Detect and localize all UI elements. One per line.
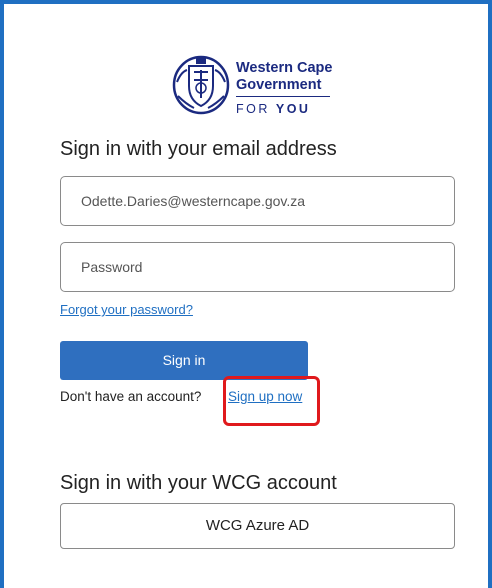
sign-up-highlight-box [223, 376, 320, 426]
logo-tagline: FOR YOU [236, 102, 310, 116]
forgot-password-link[interactable]: Forgot your password? [60, 302, 193, 317]
logo-title-line2: Government [236, 77, 322, 93]
wcg-logo: Western Cape Government FOR YOU [172, 52, 332, 122]
sign-in-button[interactable]: Sign in [60, 341, 308, 380]
no-account-text: Don't have an account? [60, 389, 202, 404]
logo-divider [236, 96, 330, 97]
logo-tag-strong: YOU [275, 102, 311, 116]
wcg-azure-ad-button[interactable]: WCG Azure AD [60, 503, 455, 549]
email-signin-heading: Sign in with your email address [60, 138, 337, 160]
email-field[interactable]: Odette.Daries@westerncape.gov.za [60, 176, 455, 226]
password-field[interactable]: Password [60, 242, 455, 292]
coat-of-arms-icon [172, 55, 230, 115]
logo-title-line1: Western Cape [236, 60, 333, 76]
wcg-signin-heading: Sign in with your WCG account [60, 472, 337, 494]
logo-tag-prefix: FOR [236, 102, 276, 116]
